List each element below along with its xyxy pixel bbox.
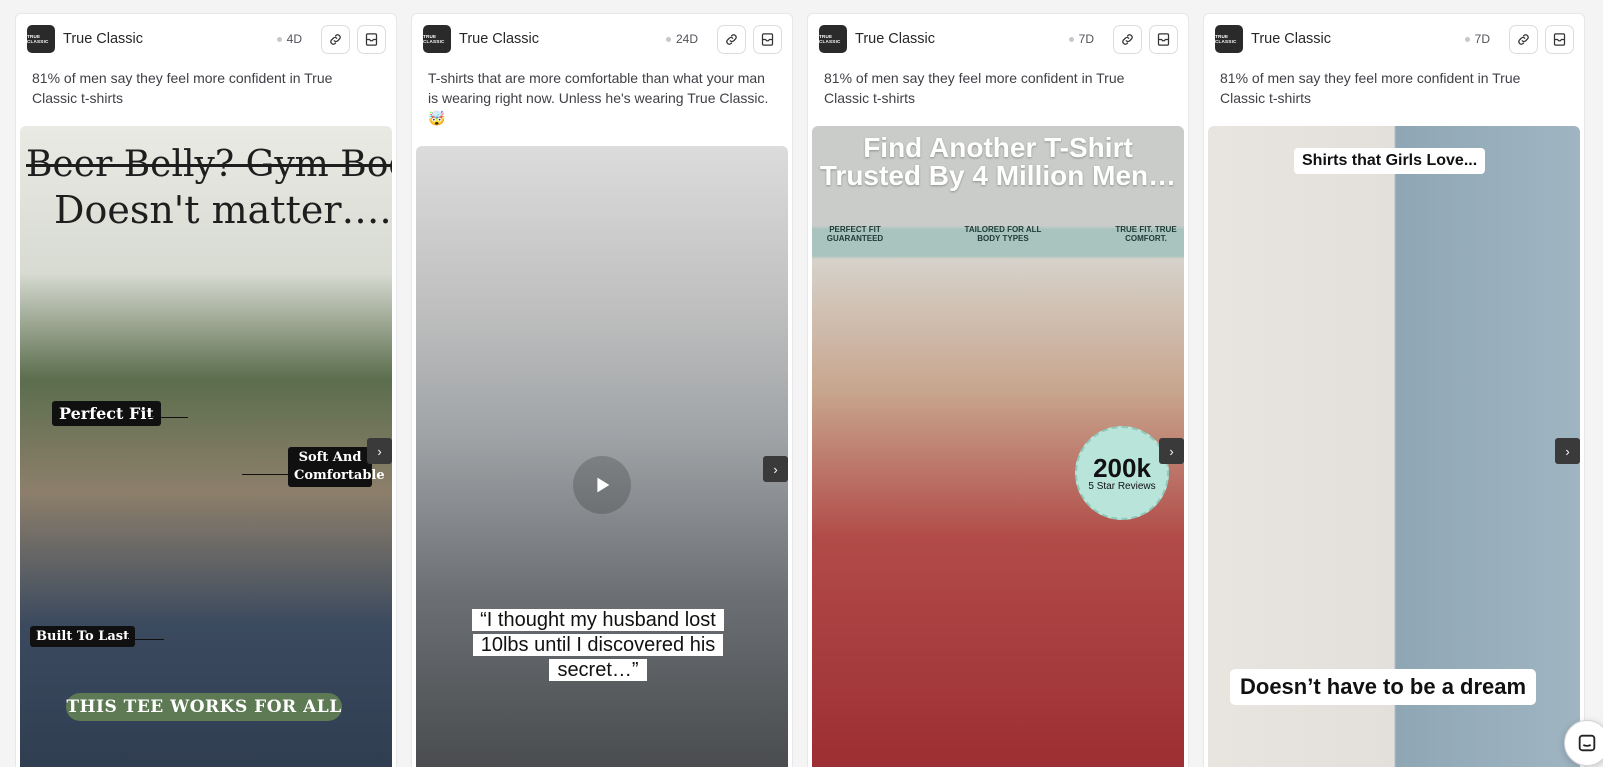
media-benefit-strip: PERFECT FIT GUARANTEED TAILORED FOR ALL …	[812, 225, 1184, 245]
brand-name[interactable]: True Classic	[459, 31, 666, 47]
reviews-badge: 200k 5 Star Reviews	[1075, 426, 1169, 520]
next-slide-button[interactable]: ›	[1555, 438, 1580, 464]
badge-value: 200k	[1093, 452, 1151, 483]
benefit-3: TRUE FIT. TRUE COMFORT.	[1115, 225, 1177, 243]
next-slide-button[interactable]: ›	[763, 456, 788, 482]
copy-link-button[interactable]	[1113, 24, 1142, 54]
media-tag-fit: Perfect Fit	[52, 401, 161, 426]
ad-card[interactable]: TRUE CLASSIC True Classic 4D 81% of men …	[15, 13, 397, 767]
brand-name[interactable]: True Classic	[63, 31, 277, 47]
copy-link-button[interactable]	[321, 24, 350, 54]
chevron-right-icon: ›	[1565, 443, 1570, 459]
ad-age: 4D	[276, 32, 302, 46]
benefit-1: PERFECT FIT GUARANTEED	[826, 225, 884, 243]
media-quote: “I thought my husband lost 10lbs until I…	[456, 608, 740, 683]
chevron-right-icon: ›	[773, 461, 778, 477]
brand-name[interactable]: True Classic	[1251, 31, 1465, 47]
chevron-right-icon: ›	[377, 443, 382, 459]
brand-logo[interactable]: TRUE CLASSIC	[819, 25, 847, 53]
save-button[interactable]	[1149, 24, 1178, 54]
status-dot	[665, 36, 671, 42]
bookmark-icon	[365, 32, 378, 46]
media-banner: THIS TEE WORKS FOR ALL	[66, 693, 342, 721]
ad-media-video[interactable]: “I thought my husband lost 10lbs until I…	[416, 146, 788, 767]
play-icon	[597, 477, 610, 493]
leader-line	[124, 639, 164, 640]
age-label: 24D	[675, 32, 698, 46]
card-header: TRUE CLASSIC True Classic 7D	[1204, 14, 1584, 64]
bookmark-icon	[761, 32, 774, 46]
brand-logo[interactable]: TRUE CLASSIC	[423, 25, 451, 53]
link-icon	[726, 33, 737, 45]
ad-age: 7D	[1068, 32, 1094, 46]
media-headline: Doesn't matter….	[54, 188, 392, 232]
brand-logo[interactable]: TRUE CLASSIC	[1215, 25, 1243, 53]
chevron-right-icon: ›	[1169, 443, 1174, 459]
ad-card[interactable]: TRUE CLASSIC True Classic 7D 81% of men …	[807, 13, 1189, 767]
leader-line	[242, 474, 288, 475]
media-headline: Find Another T-Shirt Trusted By 4 Millio…	[819, 132, 1177, 191]
card-header: TRUE CLASSIC True Classic 24D	[412, 14, 792, 64]
play-button[interactable]	[573, 456, 631, 514]
ad-media-image[interactable]: Find Another T-Shirt Trusted By 4 Millio…	[812, 126, 1184, 767]
copy-link-button[interactable]	[717, 24, 746, 54]
media-headline-struck: Beer Belly? Gym Bod?	[26, 144, 392, 185]
ad-caption: 81% of men say they feel more confident …	[32, 70, 333, 106]
ad-card[interactable]: TRUE CLASSIC True Classic 24D T-shirts t…	[411, 13, 793, 767]
status-dot	[276, 36, 282, 42]
brand-name[interactable]: True Classic	[855, 31, 1069, 47]
age-label: 7D	[1078, 32, 1094, 46]
link-icon	[1122, 33, 1133, 45]
bookmark-icon	[1553, 32, 1566, 46]
brand-logo[interactable]: TRUE CLASSIC	[27, 25, 55, 53]
link-icon	[1518, 33, 1529, 45]
bookmark-icon	[1157, 32, 1170, 46]
status-dot	[1068, 36, 1074, 42]
card-header: TRUE CLASSIC True Classic 7D	[808, 14, 1188, 64]
media-top-text: Shirts that Girls Love...	[1294, 148, 1486, 174]
ad-age: 24D	[665, 32, 698, 46]
ad-age: 7D	[1464, 32, 1490, 46]
benefit-2: TAILORED FOR ALL BODY TYPES	[964, 225, 1042, 243]
card-header: TRUE CLASSIC True Classic 4D	[16, 14, 396, 64]
media-bottom-text: Doesn’t have to be a dream	[1230, 669, 1537, 705]
badge-label: 5 Star Reviews	[1088, 480, 1156, 492]
save-button[interactable]	[753, 24, 782, 54]
chat-icon	[1578, 734, 1596, 752]
ad-caption: 81% of men say they feel more confident …	[824, 70, 1125, 106]
age-label: 7D	[1474, 32, 1490, 46]
ad-caption: T-shirts that are more comfortable than …	[428, 70, 769, 126]
chat-launcher-button[interactable]	[1564, 720, 1603, 766]
ad-media-image[interactable]: Shirts that Girls Love... Doesn’t have t…	[1208, 126, 1580, 767]
media-tag-last: Built To Last	[30, 626, 136, 647]
save-button[interactable]	[1545, 24, 1574, 54]
media-tag-soft: Soft And Comfortable	[288, 447, 385, 487]
save-button[interactable]	[357, 24, 386, 54]
copy-link-button[interactable]	[1509, 24, 1538, 54]
quote-text: “I thought my husband lost 10lbs until I…	[472, 609, 724, 681]
ad-grid: TRUE CLASSIC True Classic 4D 81% of men …	[15, 13, 1585, 767]
age-label: 4D	[286, 32, 302, 46]
ad-card[interactable]: TRUE CLASSIC True Classic 7D 81% of men …	[1203, 13, 1585, 767]
next-slide-button[interactable]: ›	[367, 438, 392, 464]
status-dot	[1464, 36, 1470, 42]
leader-line	[146, 417, 188, 418]
ad-caption: 81% of men say they feel more confident …	[1220, 70, 1521, 106]
next-slide-button[interactable]: ›	[1159, 438, 1184, 464]
ad-media-image[interactable]: Beer Belly? Gym Bod? Doesn't matter…. Pe…	[20, 126, 392, 767]
link-icon	[330, 33, 341, 45]
